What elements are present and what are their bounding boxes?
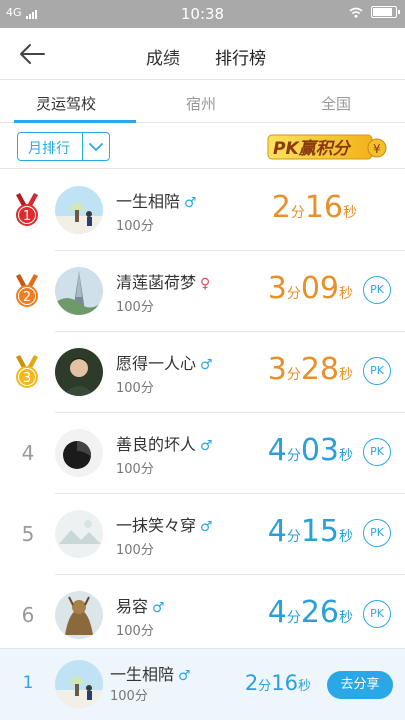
user-score: 100分 xyxy=(116,462,154,477)
user-name: 清莲菡荷梦 ♀ xyxy=(116,273,211,292)
leaderboard-row: 3 愿得一人心 ♂ 100分 3分28秒 PK xyxy=(0,332,405,413)
leaderboard-row: 5 一抹笑々穿 ♂ 100分 4分15秒 PK xyxy=(0,494,405,575)
leaderboard-list: 1 一生相陪 ♂ 100分 2分16秒 2 清莲菡荷梦 ♀ 100分 3分09秒… xyxy=(0,170,405,656)
rank-number: 6 xyxy=(21,603,35,627)
avatar[interactable] xyxy=(55,267,103,315)
back-arrow-icon[interactable] xyxy=(16,40,48,68)
my-rank-number: 1 xyxy=(22,673,34,693)
silver-medal-rank-2-icon: 2 xyxy=(16,274,38,307)
bronze-medal-rank-3-icon: 3 xyxy=(16,355,38,388)
leaderboard-row: 2 清莲菡荷梦 ♀ 100分 3分09秒 PK xyxy=(0,251,405,332)
exam-time: 3分28秒 xyxy=(267,352,353,387)
male-icon: ♂ xyxy=(200,519,213,535)
male-icon: ♂ xyxy=(184,195,197,211)
share-button[interactable]: 去分享 xyxy=(327,671,393,699)
user-name: 一生相陪 ♂ xyxy=(116,192,197,211)
user-score: 100分 xyxy=(116,219,154,234)
male-icon: ♂ xyxy=(178,668,191,684)
avatar[interactable] xyxy=(55,186,103,234)
tab-grades[interactable]: 成绩 xyxy=(146,44,180,69)
tab-city[interactable]: 宿州 xyxy=(186,93,216,114)
battery-icon xyxy=(371,6,400,18)
rank-number: 5 xyxy=(21,522,35,546)
leaderboard-row: 1 一生相陪 ♂ 100分 2分16秒 xyxy=(0,170,405,251)
avatar[interactable] xyxy=(55,348,103,396)
my-rank-bar: 1 一生相陪 ♂ 100分 2分16秒 去分享 xyxy=(0,648,405,720)
user-name: 愿得一人心 ♂ xyxy=(116,354,213,373)
month-ranking-label: 月排行 xyxy=(28,141,70,157)
avatar[interactable] xyxy=(55,510,103,558)
exam-time: 2分16秒 xyxy=(271,190,357,225)
pk-button[interactable]: PK xyxy=(363,276,391,304)
tab-school[interactable]: 灵运驾校 xyxy=(36,93,96,114)
user-score: 100分 xyxy=(116,624,154,639)
tab-leaderboard[interactable]: 排行榜 xyxy=(215,44,266,69)
svg-text:3: 3 xyxy=(23,371,31,386)
pk-button[interactable]: PK xyxy=(363,438,391,466)
tab-nation[interactable]: 全国 xyxy=(321,93,351,114)
coin-icon: ¥ xyxy=(373,142,381,156)
active-tab-indicator xyxy=(14,120,136,123)
svg-text:1: 1 xyxy=(23,209,31,224)
exam-time: 4分03秒 xyxy=(267,433,353,468)
pk-button[interactable]: PK xyxy=(363,600,391,628)
male-icon: ♂ xyxy=(200,438,213,454)
avatar[interactable] xyxy=(55,429,103,477)
leaderboard-row: 4 善良的坏人 ♂ 100分 4分03秒 PK xyxy=(0,413,405,494)
my-user-name: 一生相陪 ♂ xyxy=(110,665,191,684)
pk-banner-text: PK赢积分 xyxy=(273,139,352,159)
rank-number: 4 xyxy=(21,441,35,465)
pk-points-banner[interactable]: PK赢积分 ¥ xyxy=(267,133,389,161)
user-name: 善良的坏人 ♂ xyxy=(116,435,213,454)
month-ranking-dropdown[interactable]: 月排行 xyxy=(17,132,110,161)
avatar[interactable] xyxy=(55,660,103,708)
wifi-icon xyxy=(349,7,363,18)
svg-text:2: 2 xyxy=(23,290,31,305)
pk-button[interactable]: PK xyxy=(363,357,391,385)
avatar[interactable] xyxy=(55,591,103,639)
male-icon: ♂ xyxy=(152,600,165,616)
status-bar: 4G 10:38 xyxy=(0,0,405,28)
user-score: 100分 xyxy=(116,300,154,315)
user-score: 100分 xyxy=(116,543,154,558)
gold-medal-rank-1-icon: 1 xyxy=(16,193,38,226)
user-name: 一抹笑々穿 ♂ xyxy=(116,516,213,535)
exam-time: 4分26秒 xyxy=(267,595,353,630)
my-user-score: 100分 xyxy=(110,689,148,704)
chevron-down-icon xyxy=(89,143,103,152)
leaderboard-row: 6 易容 ♂ 100分 4分26秒 PK xyxy=(0,575,405,656)
exam-time: 4分15秒 xyxy=(267,514,353,549)
my-exam-time: 2分16秒 xyxy=(244,671,311,695)
female-icon: ♀ xyxy=(200,276,211,292)
user-score: 100分 xyxy=(116,381,154,396)
pk-button[interactable]: PK xyxy=(363,519,391,547)
region-tabs: 灵运驾校 宿州 全国 xyxy=(0,81,405,123)
filter-row: 月排行 PK赢积分 ¥ xyxy=(0,124,405,169)
top-nav: 成绩 排行榜 xyxy=(0,28,405,80)
exam-time: 3分09秒 xyxy=(267,271,353,306)
user-name: 易容 ♂ xyxy=(116,597,165,616)
clock: 10:38 xyxy=(180,5,225,23)
male-icon: ♂ xyxy=(200,357,213,373)
